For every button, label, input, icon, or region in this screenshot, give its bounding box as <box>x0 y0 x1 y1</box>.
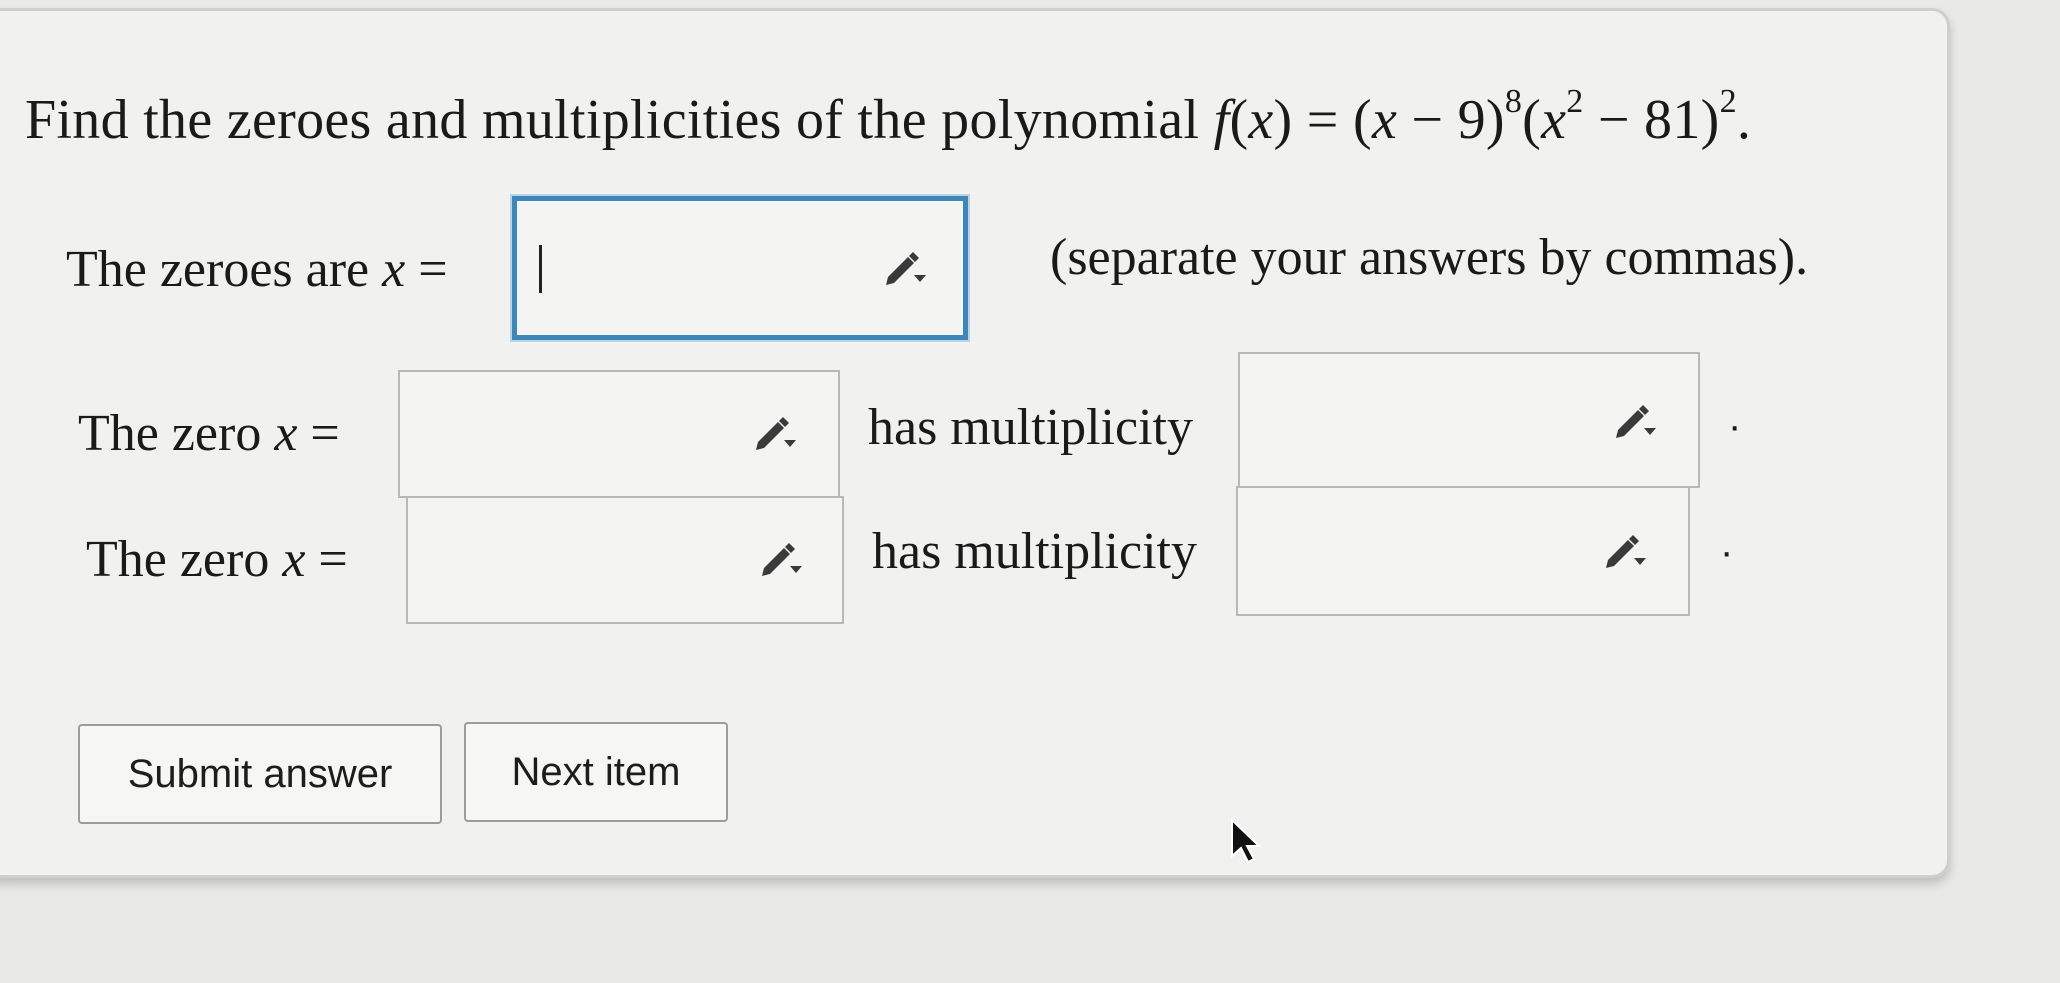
zero-1-input[interactable] <box>398 370 840 498</box>
zero-2-input[interactable] <box>406 496 844 624</box>
pencil-dropdown-icon[interactable] <box>758 538 804 578</box>
zeroes-label: The zeroes are x = <box>66 241 448 298</box>
multiplicity-2-label: has multiplicity <box>872 523 1197 580</box>
pencil-dropdown-icon[interactable] <box>752 412 798 452</box>
question-text: Find the zeroes and multiplicities of th… <box>25 83 1752 152</box>
row-2-end-dot: · <box>1720 530 1734 574</box>
text-caret <box>539 245 542 293</box>
pencil-dropdown-icon[interactable] <box>1612 400 1658 440</box>
multiplicity-1-label: has multiplicity <box>868 399 1193 456</box>
submit-answer-button[interactable]: Submit answer <box>78 724 442 824</box>
zeroes-hint: (separate your answers by commas). <box>1050 229 1809 286</box>
mouse-pointer-icon <box>1228 817 1264 866</box>
pencil-dropdown-icon[interactable] <box>882 247 928 287</box>
multiplicity-2-input[interactable] <box>1236 486 1690 616</box>
pencil-dropdown-icon[interactable] <box>1602 530 1648 570</box>
zero-2-label: The zero x = <box>86 531 348 588</box>
zeroes-input[interactable] <box>512 196 968 340</box>
multiplicity-1-input[interactable] <box>1238 352 1700 488</box>
next-item-button[interactable]: Next item <box>464 722 728 822</box>
row-1-end-dot: · <box>1728 404 1742 448</box>
zero-1-label: The zero x = <box>78 405 340 462</box>
